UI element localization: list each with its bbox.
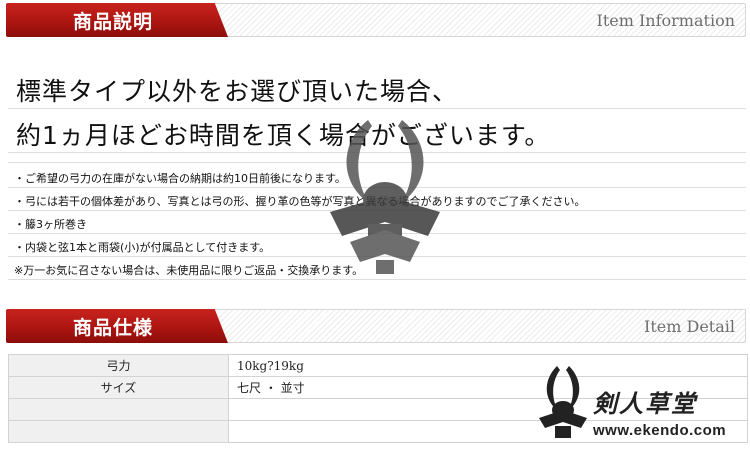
- brand-name: 剣人草堂: [593, 389, 697, 418]
- item-detail-header: 商品仕様 Item Detail: [6, 309, 746, 343]
- note-item: ・内袋と弦1本と雨袋(小)が付属品として付きます。: [14, 241, 271, 254]
- divider: [8, 279, 746, 280]
- section-title: 商品仕様: [73, 317, 154, 339]
- spec-label: 弓力: [8, 354, 229, 377]
- kabuto-logo-icon: [539, 366, 587, 438]
- item-information-header: 商品説明 Item Information: [6, 3, 746, 37]
- spec-label: [8, 420, 229, 443]
- kabuto-watermark-icon: [330, 120, 440, 274]
- section-subtitle: Item Detail: [644, 317, 735, 336]
- divider: [8, 108, 746, 109]
- spec-label: [8, 398, 229, 421]
- note-item: ・ご希望の弓力の在庫がない場合の納期は約10日前後になります。: [14, 172, 346, 185]
- section-subtitle: Item Information: [596, 11, 736, 30]
- note-item: ・籐3ヶ所巻き: [14, 218, 87, 231]
- section-title: 商品説明: [73, 11, 154, 33]
- brand-url: www.ekendo.com: [593, 422, 727, 439]
- spec-label: サイズ: [8, 376, 229, 399]
- brand-logo: 剣人草堂 www.ekendo.com: [535, 362, 745, 444]
- headline-line-1: 標準タイプ以外をお選び頂いた場合、: [16, 77, 459, 106]
- headline-line-2: 約1ヵ月ほどお時間を頂く場合がございます。: [16, 121, 551, 150]
- note-item: ・弓には若干の個体差があり、写真とは弓の形、握り革の色等が写真と異なる場合があり…: [14, 195, 586, 208]
